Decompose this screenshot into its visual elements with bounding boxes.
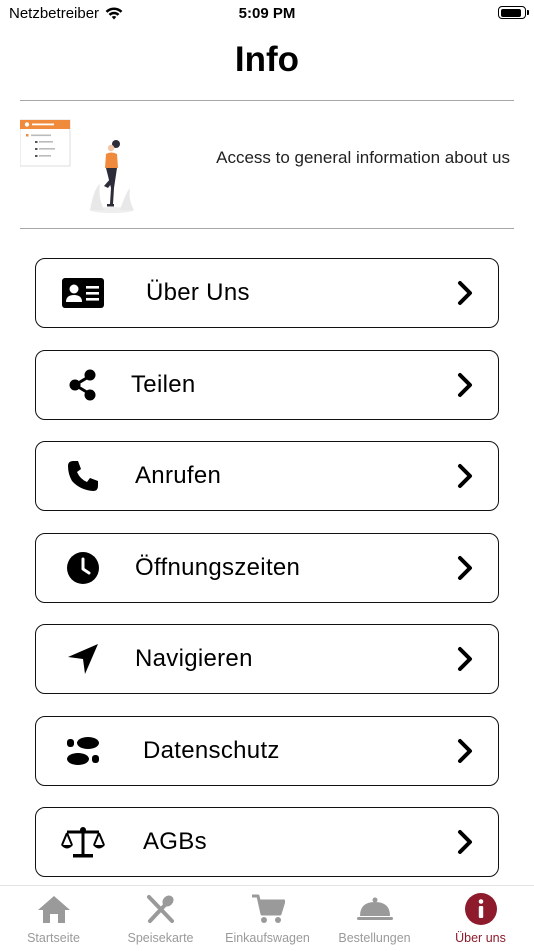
chevron-right-icon <box>458 830 472 854</box>
clock-icon <box>60 548 106 588</box>
info-icon <box>463 892 499 926</box>
battery-level <box>500 8 522 17</box>
tab-speisekarte[interactable]: Speisekarte <box>107 886 214 951</box>
cloche-icon <box>356 892 393 926</box>
home-icon <box>36 892 72 926</box>
menu-item-label: Über Uns <box>146 279 250 306</box>
footprints-icon <box>60 731 106 771</box>
chevron-right-icon <box>458 372 472 397</box>
tab-bestellungen[interactable]: Bestellungen <box>321 886 428 951</box>
battery-icon <box>498 6 529 19</box>
info-menu: Über Uns Teilen Anrufen Öffnungszeiten N… <box>35 258 499 899</box>
tab-startseite[interactable]: Startseite <box>0 886 107 951</box>
menu-item-label: Öffnungszeiten <box>135 553 301 581</box>
info-illustration-icon <box>20 119 134 213</box>
menu-item-label: Navigieren <box>135 645 253 672</box>
navigation-arrow-icon <box>60 639 106 679</box>
menu-item-label: Anrufen <box>135 462 222 489</box>
share-icon <box>60 365 106 405</box>
menu-item-oeffnungszeiten[interactable]: Öffnungszeiten <box>35 532 499 603</box>
menu-item-anrufen[interactable]: Anrufen <box>35 441 499 511</box>
balance-scale-icon <box>60 822 106 862</box>
menu-item-label: AGBs <box>143 828 207 855</box>
menu-item-label: Teilen <box>131 370 196 398</box>
tab-bar: Startseite Speisekarte Einkaufswagen Bes… <box>0 885 534 951</box>
chevron-right-icon <box>458 464 472 488</box>
shopping-cart-icon <box>250 892 286 926</box>
info-banner: Access to general information about us <box>20 112 514 216</box>
menu-item-label: Datenschutz <box>143 736 280 764</box>
divider-top <box>20 100 514 101</box>
divider-bottom <box>20 228 514 229</box>
utensils-icon <box>143 892 179 926</box>
chevron-right-icon <box>458 281 472 305</box>
menu-item-ueber-uns[interactable]: Über Uns <box>35 258 499 328</box>
chevron-right-icon <box>458 555 472 580</box>
chevron-right-icon <box>458 647 472 671</box>
tab-label: Bestellungen <box>338 931 411 945</box>
tab-einkaufswagen[interactable]: Einkaufswagen <box>214 886 321 951</box>
menu-item-teilen[interactable]: Teilen <box>35 349 499 420</box>
status-bar: Netzbetreiber 5:09 PM <box>0 0 534 28</box>
menu-item-navigieren[interactable]: Navigieren <box>35 624 499 694</box>
tab-label: Über uns <box>455 931 506 945</box>
id-card-icon <box>60 273 106 313</box>
tab-label: Startseite <box>27 931 80 945</box>
tab-label: Einkaufswagen <box>225 931 310 945</box>
status-time: 5:09 PM <box>238 5 296 22</box>
phone-icon <box>60 456 106 496</box>
page-title: Info <box>234 40 300 79</box>
banner-description: Access to general information about us <box>216 148 510 167</box>
menu-item-datenschutz[interactable]: Datenschutz <box>35 715 499 786</box>
tab-label: Speisekarte <box>127 931 194 945</box>
tab-ueber-uns[interactable]: Über uns <box>427 886 534 951</box>
menu-item-agbs[interactable]: AGBs <box>35 807 499 877</box>
chevron-right-icon <box>458 738 472 763</box>
